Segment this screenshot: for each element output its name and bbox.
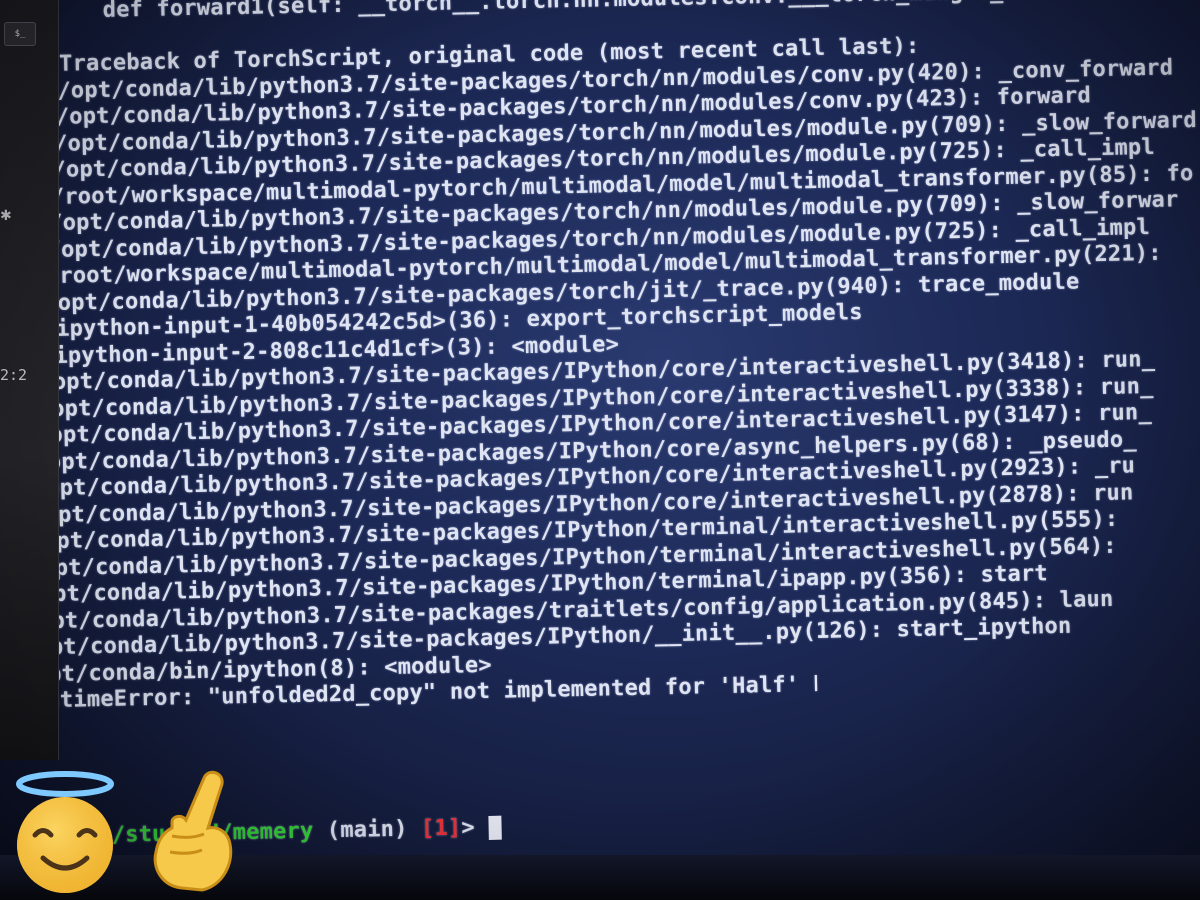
prompt-exit-code: [1] <box>420 815 462 842</box>
bluetooth-icon[interactable]: ✱ <box>0 208 12 228</box>
terminal-photo: def forward1(self: __torch__.torch.nn.mo… <box>0 0 1200 900</box>
terminal-app-icon[interactable]: $_ <box>4 22 36 46</box>
backhand-index-pointing-up-icon <box>153 770 233 892</box>
ibeam-cursor-icon: Ⅰ <box>799 671 820 698</box>
smiling-face-with-halo-icon <box>16 771 114 893</box>
terminal-window[interactable]: def forward1(self: __torch__.torch.nn.mo… <box>0 0 1200 892</box>
text-cursor <box>487 815 502 840</box>
prompt-branch: (main) <box>326 816 408 844</box>
prompt-symbol: > <box>461 815 476 841</box>
hand-shape <box>153 770 233 892</box>
traceback-line: def forward1(self: __torch__.torch.nn.mo… <box>62 0 1165 24</box>
clock-readout: 2:2 <box>0 366 28 384</box>
application-dock: $_ ✱ 2:2 <box>0 0 59 760</box>
halo-ring <box>16 771 114 797</box>
